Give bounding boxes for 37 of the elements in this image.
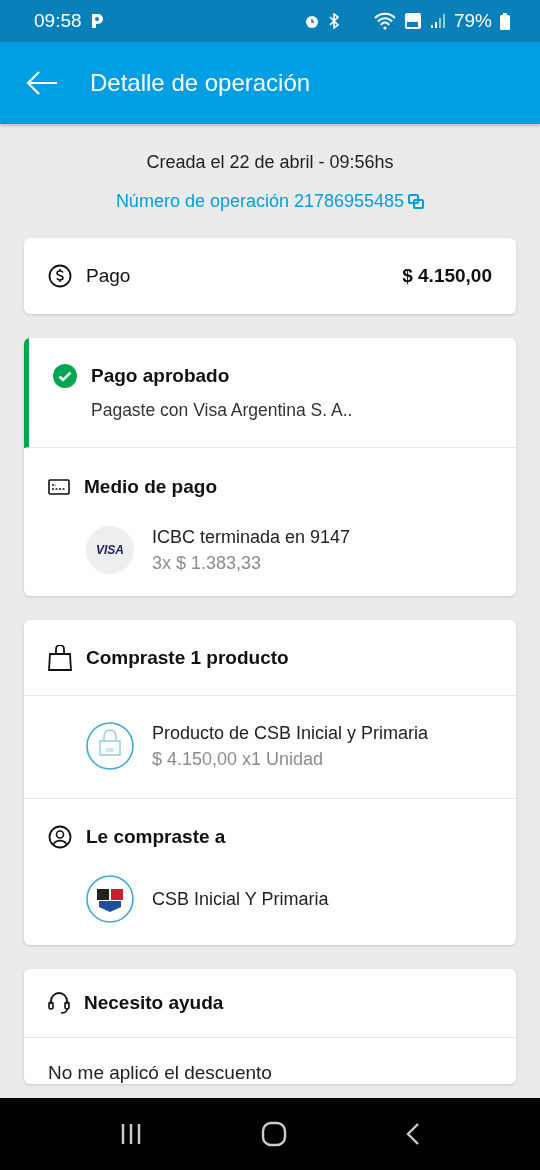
wifi-icon [373,12,396,30]
creation-date: Creada el 22 de abril - 09:56hs [146,152,394,173]
installments: 3x $ 1.383,33 [152,552,263,574]
alarm-icon [303,13,320,29]
section-title: Compraste 1 producto [86,646,289,669]
product-name: Producto de CSB Inicial y Primaria [152,722,429,744]
signal-icon [429,13,446,29]
back-arrow-icon[interactable] [26,70,58,96]
status-title: Pago aprobado [91,365,230,387]
user-circle-icon [48,825,72,849]
home-icon[interactable] [261,1121,287,1147]
shopping-bag-icon [48,644,72,671]
product-price: $ 4.150,00 x1 Unidad [152,748,325,770]
status-time: 09:58 [34,10,82,32]
school-logo-icon [86,875,134,923]
payment-label: Pago [86,265,131,287]
help-option[interactable]: No me aplicó el descuento [48,1038,492,1084]
seller-name: CSB Inicial Y Primaria [152,888,329,910]
section-title: Necesito ayuda [84,992,224,1014]
operation-number: Número de operación 21786955485 [115,191,405,212]
app-notification-icon [89,13,104,29]
status-description: Pagaste con Visa Argentina S. A.. [91,400,354,422]
visa-logo: VISA [86,526,134,574]
check-circle-icon [53,364,77,388]
section-title: Medio de pago [84,476,217,498]
back-icon[interactable] [405,1122,421,1146]
recent-apps-icon[interactable] [119,1122,143,1146]
bluetooth-icon [327,13,340,29]
headset-icon [48,991,70,1015]
section-title: Le compraste a [86,826,226,848]
battery-icon [500,12,510,30]
card-name: ICBC terminada en 9147 [152,526,351,548]
payment-amount: $ 4.150,00 [402,265,492,287]
battery-percentage: 79% [453,10,492,32]
card-icon [48,479,70,495]
dollar-circle-icon [48,264,72,288]
screen-title: Detalle de operación [90,69,311,97]
